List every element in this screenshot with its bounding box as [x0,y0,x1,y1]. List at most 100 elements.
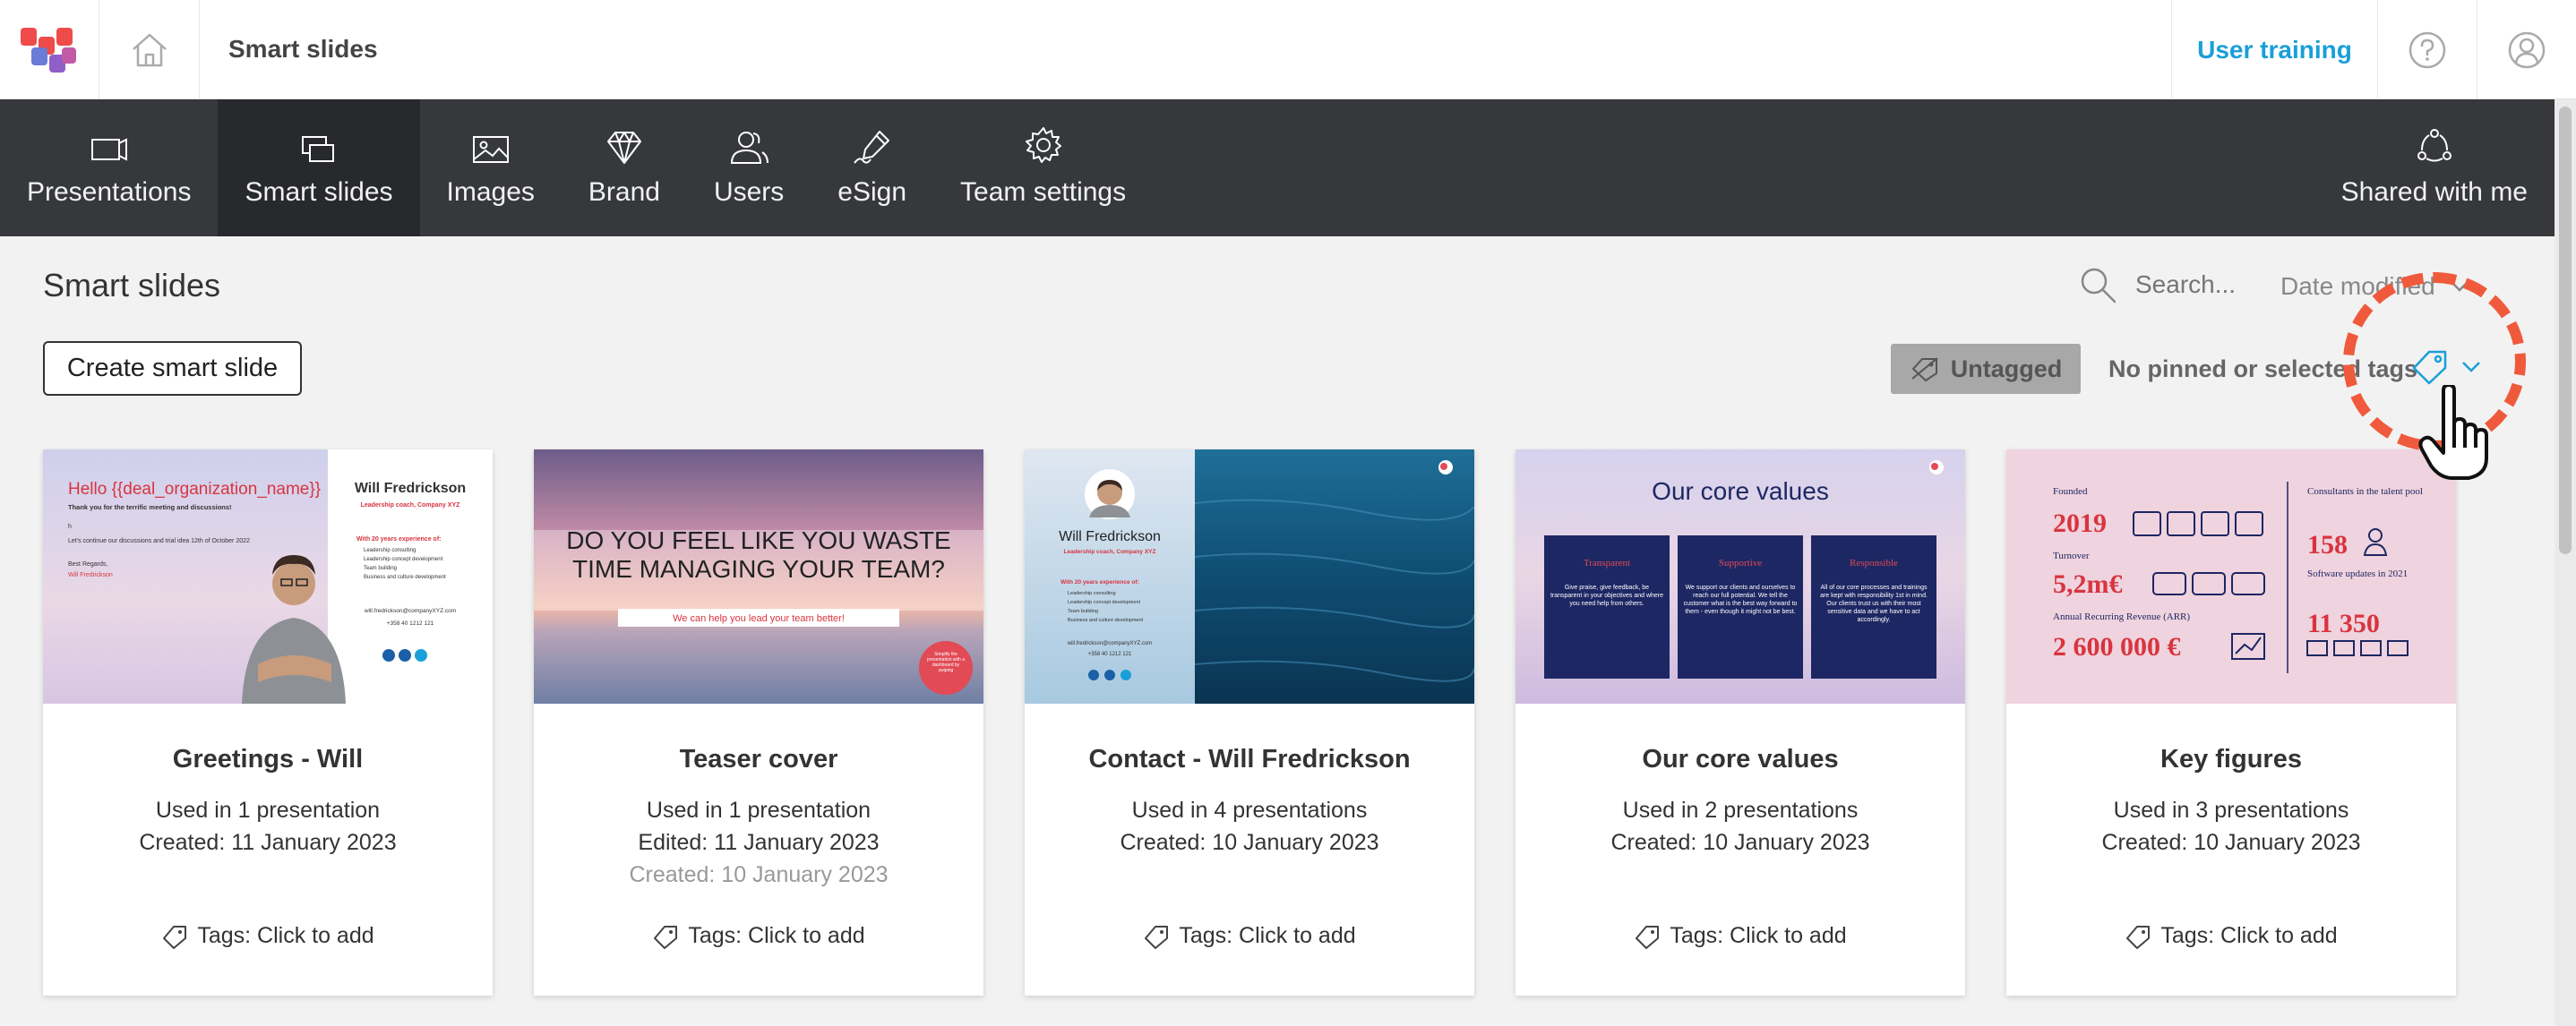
smart-slide-card[interactable]: Founded 2019 Turnover 5,2m€ Annual Recur… [2006,449,2456,996]
untagged-filter[interactable]: Untagged [1891,344,2081,394]
app-logo[interactable] [0,0,99,99]
thumb-text: 11 350 [2307,609,2380,638]
thumb-text: Leadership concept development [364,557,443,562]
card-title[interactable]: Teaser cover [534,745,983,774]
card-title[interactable]: Greetings - Will [43,745,493,774]
thumb-text: +358 40 1212 121 [1088,652,1132,657]
card-title[interactable]: Key figures [2006,745,2456,774]
slide-thumbnail[interactable]: DO YOU FEEL LIKE YOU WASTE TIME MANAGING… [534,449,983,704]
card-date: Created: 10 January 2023 [2101,830,2361,855]
search-input[interactable] [2135,270,2270,299]
thumb-text: Hello {{deal_organization_name}} [68,480,321,499]
nav-label: Smart slides [245,177,393,207]
thumb-text: will.fredrickson@companyXYZ.com [1067,641,1152,646]
profile-button[interactable] [2477,0,2576,99]
card-tags[interactable]: Tags: Click to add [43,923,493,949]
nav-brand[interactable]: Brand [562,99,687,236]
thumb-text: With 20 years experience of: [1060,579,1139,586]
thumb-text: With 20 years experience of: [356,536,441,543]
thumb-text: 2019 [2053,509,2107,538]
card-date: Created: 11 January 2023 [139,830,397,855]
card-usage: Used in 2 presentations [1622,798,1859,823]
key-figures-slide-preview: Founded 2019 Turnover 5,2m€ Annual Recur… [2006,449,2456,704]
card-tags-label: Tags: Click to add [1670,923,1847,948]
search-box[interactable] [2078,265,2270,304]
nav-smart-slides[interactable]: Smart slides [218,99,420,236]
card-tags[interactable]: Tags: Click to add [2006,923,2456,949]
slide-thumbnail[interactable]: Hello {{deal_organization_name}} Thank y… [43,449,493,704]
slide-thumbnail[interactable]: Our core values Transparent Supportive R… [1516,449,1965,704]
thumb-text: Our core values [1652,477,1829,505]
nav-users[interactable]: Users [687,99,811,236]
card-meta: Used in 4 presentations Created: 10 Janu… [1025,794,1474,859]
users-icon [731,132,769,164]
thumb-text: Founded [2053,486,2088,497]
user-profile-icon [2508,31,2546,68]
card-title[interactable]: Our core values [1516,745,1965,774]
thumb-text: will.fredrickson@companyXYZ.com [364,608,456,614]
core-values-slide-preview: Our core values Transparent Supportive R… [1516,449,1965,704]
thumb-text: 158 [2307,530,2348,560]
card-usage: Used in 1 presentation [646,798,872,823]
thumb-text: Thank you for the terrific meeting and d… [68,503,232,511]
card-tags-label: Tags: Click to add [688,923,865,948]
thumb-text: Business and culture development [364,575,446,580]
help-button[interactable] [2377,0,2477,99]
nav-presentations[interactable]: Presentations [0,99,218,236]
user-training-link[interactable]: User training [2171,0,2377,99]
nav-label: Images [446,177,535,207]
thumb-text: TIME MANAGING YOUR TEAM? [572,555,945,583]
home-button[interactable] [99,0,200,99]
thumb-text: Give praise, give feedback, be transpare… [1550,585,1664,607]
person-head [272,562,315,605]
thumb-text: Business and culture development [1068,618,1144,623]
page-scrollbar[interactable] [2555,99,2576,1026]
thumb-text: Transparent [1584,558,1630,569]
thumb-text: We support our clients and ourselves to … [1683,585,1798,615]
nav-label: eSign [837,177,907,207]
card-tags[interactable]: Tags: Click to add [534,923,983,949]
twitter-icon [1121,670,1131,680]
card-tags-label: Tags: Click to add [197,923,374,948]
slide-thumbnail[interactable]: Founded 2019 Turnover 5,2m€ Annual Recur… [2006,449,2456,704]
share-icon [2417,129,2451,162]
nav-team-settings[interactable]: Team settings [933,99,1153,236]
card-created-date: Created: 10 January 2023 [629,862,889,887]
card-usage: Used in 1 presentation [155,798,381,823]
search-icon [2081,268,2117,304]
thumb-text: Turnover [2053,551,2090,561]
page-title: Smart slides [43,267,221,304]
thumb-text: Best Regards, [68,561,107,568]
thumb-text: Simplify the presentation with a dashboa… [927,652,965,673]
smart-slide-card[interactable]: DO YOU FEEL LIKE YOU WASTE TIME MANAGING… [534,449,983,996]
smart-slide-card[interactable]: Our core values Transparent Supportive R… [1516,449,1965,996]
thumb-text: h [68,524,72,530]
tag-icon [2126,925,2151,949]
twitter-icon [415,649,427,662]
thumb-text: Leadership consulting [364,548,416,553]
card-edited-date: Edited: 11 January 2023 [638,830,880,855]
create-smart-slide-button[interactable]: Create smart slide [43,341,302,396]
thumb-text: DO YOU FEEL LIKE YOU WASTE [566,526,950,554]
slide-thumbnail[interactable]: Will Fredrickson Leadership coach, Compa… [1025,449,1474,704]
card-date: Created: 10 January 2023 [1120,830,1379,855]
card-tags[interactable]: Tags: Click to add [1516,923,1965,949]
card-tags[interactable]: Tags: Click to add [1025,923,1474,949]
card-meta: Used in 2 presentations Created: 10 Janu… [1516,794,1965,859]
greetings-slide-preview: Hello {{deal_organization_name}} Thank y… [43,449,493,704]
tag-icon [654,925,678,949]
smart-slide-card[interactable]: Hello {{deal_organization_name}} Thank y… [43,449,493,996]
nav-images[interactable]: Images [420,99,562,236]
teaser-slide-preview: DO YOU FEEL LIKE YOU WASTE TIME MANAGING… [534,449,983,704]
nav-shared-with-me[interactable]: Shared with me [2314,99,2555,236]
thumb-text: 5,2m€ [2053,569,2123,599]
smart-slide-card[interactable]: Will Fredrickson Leadership coach, Compa… [1025,449,1474,996]
tag-icon [1636,925,1660,949]
thumb-text: Will Fredrickson [68,572,113,578]
card-title[interactable]: Contact - Will Fredrickson [1025,745,1474,774]
scrollbar-thumb[interactable] [2559,107,2572,554]
thumb-text: Will Fredrickson [355,481,466,496]
nav-esign[interactable]: eSign [811,99,933,236]
home-icon [132,33,167,66]
untagged-label: Untagged [1950,355,2063,382]
